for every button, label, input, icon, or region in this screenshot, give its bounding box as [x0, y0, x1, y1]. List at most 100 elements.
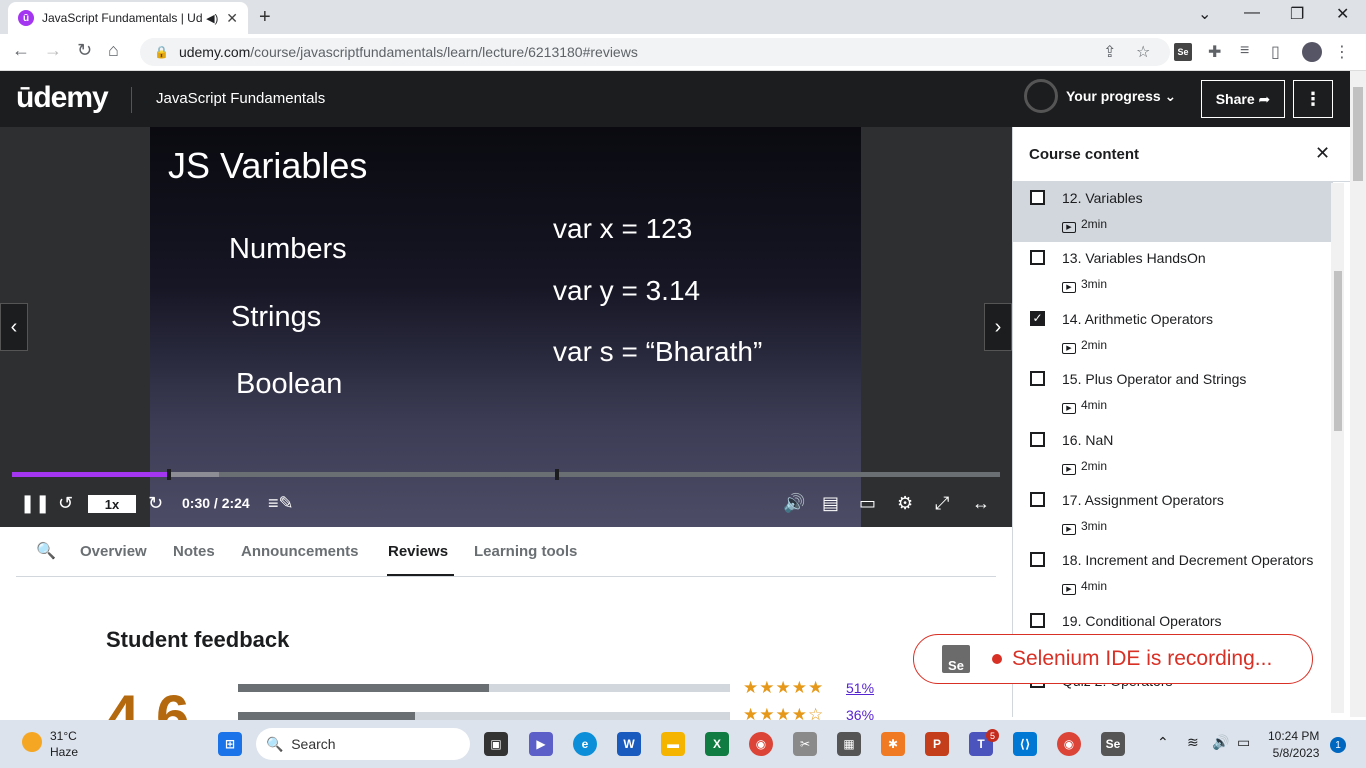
new-tab-icon[interactable]: + [259, 6, 271, 29]
page-scrollbar[interactable] [1350, 71, 1366, 717]
selenium-extension-icon[interactable]: Se [1174, 43, 1192, 61]
lecture-item[interactable]: 13. Variables HandsOn ▶ 3min [1013, 242, 1333, 302]
add-note-icon[interactable]: ≡✎ [268, 493, 294, 514]
snipping-tool-icon[interactable]: ✂ [793, 732, 817, 756]
browser-tab[interactable]: ū JavaScript Fundamentals | Ud ◀) ✕ [8, 2, 248, 34]
rating-bar[interactable] [238, 684, 730, 692]
address-bar[interactable]: 🔒 udemy.com/course/javascriptfundamental… [140, 38, 1170, 66]
wifi-icon[interactable]: ≋ [1187, 734, 1199, 751]
your-progress-dropdown[interactable]: Your progress ⌄ [1066, 88, 1176, 105]
lecture-checkbox[interactable] [1030, 250, 1045, 266]
forward-icon[interactable]: → [44, 40, 62, 61]
selenium-ide-icon[interactable]: Se [1101, 732, 1125, 756]
weather-sun-icon[interactable] [22, 732, 42, 752]
teams-chat-icon[interactable]: ▶ [529, 732, 553, 756]
progress-ring-icon[interactable] [1024, 79, 1058, 113]
volume-tray-icon[interactable]: 🔊 [1212, 734, 1229, 751]
more-options-button[interactable]: ⋮ [1293, 80, 1333, 118]
expand-width-icon[interactable]: ↔ [972, 493, 990, 514]
chrome-icon[interactable]: ◉ [749, 732, 773, 756]
minimize-icon[interactable]: — [1244, 4, 1260, 22]
lecture-checkbox[interactable] [1030, 612, 1045, 628]
reload-icon[interactable]: ↻ [77, 40, 92, 61]
sidebar-scrollbar[interactable] [1331, 183, 1344, 713]
fullscreen-icon[interactable]: ⤢ [935, 493, 949, 514]
audio-playing-icon[interactable]: ◀) [206, 12, 218, 25]
lecture-checkbox[interactable]: ✓ [1030, 310, 1045, 326]
chrome-active-icon[interactable]: ◉ [1057, 732, 1081, 756]
tab-learning-tools[interactable]: Learning tools [474, 543, 577, 560]
lecture-checkbox[interactable] [1030, 431, 1045, 447]
search-icon[interactable]: 🔍 [36, 541, 56, 561]
page-scrollbar-thumb[interactable] [1353, 87, 1363, 181]
word-icon[interactable]: W [617, 732, 641, 756]
powerpoint-icon[interactable]: P [925, 732, 949, 756]
next-lecture-button[interactable]: › [984, 303, 1012, 351]
taskbar-clock[interactable]: 10:24 PM 5/8/2023 [1268, 729, 1319, 760]
rewind-icon[interactable]: ↺ [58, 493, 73, 514]
windows-start-icon[interactable]: ⊞ [218, 732, 242, 756]
tab-announcements[interactable]: Announcements [241, 543, 359, 560]
calculator-icon[interactable]: ▦ [837, 732, 861, 756]
rating-bar[interactable] [238, 712, 730, 720]
forward-icon[interactable]: ↻ [148, 493, 163, 514]
lecture-checkbox[interactable] [1030, 371, 1045, 387]
playback-speed-button[interactable]: 1x [88, 495, 136, 513]
reading-list-icon[interactable]: ≡ [1240, 42, 1249, 60]
weather-condition[interactable]: Haze [50, 745, 78, 759]
tray-overflow-chevron-icon[interactable]: ⌃ [1157, 734, 1169, 751]
udemy-logo[interactable]: ūdemy [16, 81, 109, 115]
lecture-item[interactable]: 12. Variables ▶ 2min [1013, 182, 1333, 242]
profile-avatar[interactable] [1302, 42, 1322, 62]
tab-overview[interactable]: Overview [80, 543, 147, 560]
transcript-icon[interactable]: ▤ [822, 493, 839, 514]
tab-reviews[interactable]: Reviews [388, 543, 448, 560]
captions-icon[interactable]: ▭ [859, 493, 876, 514]
side-panel-icon[interactable]: ▯ [1271, 42, 1280, 62]
window-close-icon[interactable]: ✕ [1336, 4, 1349, 24]
vscode-icon[interactable]: ⟨⟩ [1013, 732, 1037, 756]
previous-lecture-button[interactable]: ‹ [0, 303, 28, 351]
lecture-checkbox[interactable] [1030, 492, 1045, 507]
battery-icon[interactable]: ▭ [1237, 734, 1250, 751]
tab-notes[interactable]: Notes [173, 543, 215, 560]
excel-icon[interactable]: X [705, 732, 729, 756]
sidebar-title: Course content [1029, 146, 1140, 163]
tab-search-chevron-icon[interactable]: ⌄ [1198, 4, 1211, 24]
lecture-item[interactable]: ✓ 14. Arithmetic Operators ▶ 2min [1013, 303, 1333, 363]
temperature[interactable]: 31°C [50, 729, 77, 743]
extensions-icon[interactable]: ✚ [1208, 42, 1221, 62]
pause-icon[interactable]: ❚❚ [20, 493, 50, 514]
lecture-item[interactable]: 15. Plus Operator and Strings ▶ 4min [1013, 363, 1333, 423]
volume-icon[interactable]: 🔊 [783, 493, 805, 514]
video-play-icon: ▶ [1062, 342, 1076, 354]
lecture-item[interactable]: 16. NaN ▶ 2min [1013, 424, 1333, 484]
lecture-item[interactable]: 18. Increment and Decrement Operators ▶ 4m… [1013, 544, 1333, 604]
lecture-checkbox[interactable] [1030, 552, 1045, 568]
lecture-item[interactable]: 17. Assignment Operators ▶ 3min [1013, 484, 1333, 544]
rating-percentage-link[interactable]: 51% [846, 680, 874, 696]
file-explorer-icon[interactable]: ▬ [661, 732, 685, 756]
player-controls: ❚❚ ↺ 1x ↻ 0:30 / 2:24 ≡✎ 🔊 ▤ ▭ ⚙ ⤢ ↔ [0, 489, 1012, 519]
bookmark-star-icon[interactable]: ☆ [1136, 42, 1150, 62]
edge-icon[interactable]: e [573, 732, 597, 756]
app-icon[interactable]: ✱ [881, 732, 905, 756]
task-view-icon[interactable]: ▣ [484, 732, 508, 756]
video-player[interactable]: JS Variables Numbers Strings Boolean var… [0, 127, 1012, 527]
seek-bar[interactable] [12, 469, 1000, 480]
course-title[interactable]: JavaScript Fundamentals [156, 90, 325, 107]
lock-icon[interactable]: 🔒 [154, 45, 169, 59]
sidebar-scrollbar-thumb[interactable] [1334, 271, 1342, 431]
notification-count-badge[interactable]: 1 [1330, 737, 1346, 753]
home-icon[interactable]: ⌂ [108, 40, 119, 61]
back-icon[interactable]: ← [12, 40, 30, 61]
settings-gear-icon[interactable]: ⚙ [897, 493, 913, 514]
chrome-menu-icon[interactable]: ⋮ [1334, 42, 1350, 62]
share-page-icon[interactable]: ⇪ [1103, 42, 1116, 62]
close-sidebar-icon[interactable]: ✕ [1315, 143, 1330, 164]
restore-icon[interactable]: ❐ [1290, 4, 1304, 24]
tab-close-icon[interactable]: ✕ [226, 10, 238, 27]
taskbar-search[interactable]: 🔍 Search [256, 728, 470, 760]
share-button[interactable]: Share ➦ [1201, 80, 1285, 118]
lecture-checkbox[interactable] [1030, 190, 1045, 205]
